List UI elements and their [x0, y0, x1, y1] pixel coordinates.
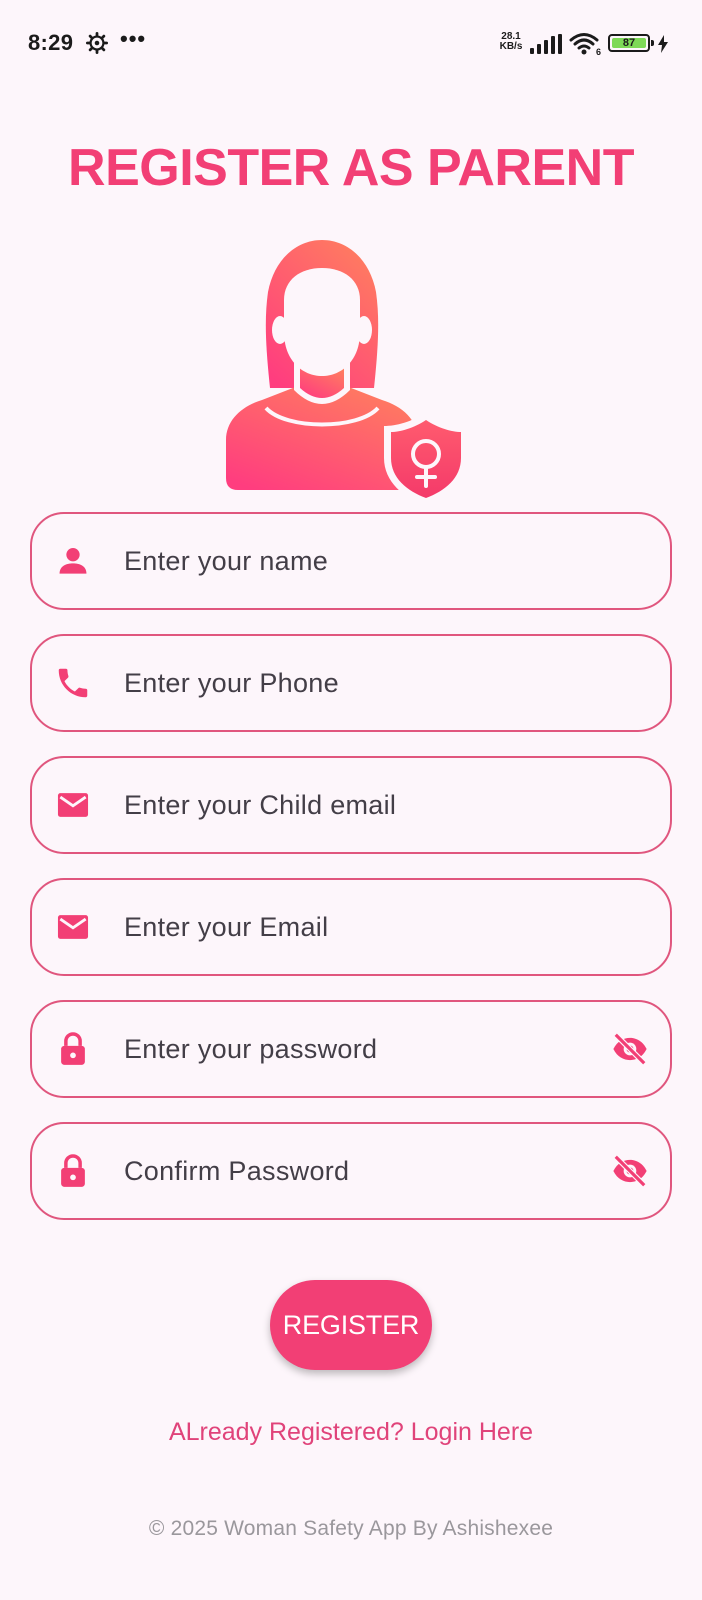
wifi-icon: 6 — [569, 33, 601, 56]
password-field[interactable] — [30, 1000, 672, 1098]
phone-icon — [58, 668, 88, 698]
login-link[interactable]: ALready Registered? Login Here — [0, 1418, 702, 1447]
footer-copyright: © 2025 Woman Safety App By Ashishexee — [148, 1517, 554, 1540]
email-field[interactable] — [30, 878, 672, 976]
page-title: REGISTER AS PARENT — [68, 139, 634, 197]
wifi-badge: 6 — [596, 47, 601, 56]
name-input[interactable] — [124, 514, 594, 608]
child-email-input[interactable] — [124, 758, 594, 852]
status-bar: 8:29 ••• 28.1 KB/s 6 87 — [0, 0, 702, 88]
phone-input[interactable] — [124, 636, 594, 730]
confirm-password-input[interactable] — [124, 1124, 594, 1218]
child-email-field[interactable] — [30, 756, 672, 854]
status-time: 8:29 — [28, 30, 74, 55]
lock-icon — [61, 1154, 85, 1187]
email-input[interactable] — [124, 880, 594, 974]
more-notifications-icon: ••• — [120, 26, 147, 51]
network-speed: 28.1 KB/s — [496, 32, 526, 52]
phone-field[interactable] — [30, 634, 672, 732]
name-field[interactable] — [30, 512, 672, 610]
battery-indicator: 87 — [608, 34, 654, 52]
battery-level: 87 — [612, 37, 646, 48]
email-icon — [57, 915, 89, 939]
lock-icon — [61, 1032, 85, 1065]
eye-off-icon[interactable] — [610, 1152, 650, 1190]
confirm-password-field[interactable] — [30, 1122, 672, 1220]
email-icon — [57, 793, 89, 817]
password-input[interactable] — [124, 1002, 594, 1096]
eye-off-icon[interactable] — [610, 1030, 650, 1068]
settings-gear-icon — [86, 32, 108, 54]
cellular-signal-icon — [530, 34, 562, 54]
network-speed-unit: KB/s — [499, 41, 523, 52]
charging-bolt-icon — [658, 35, 668, 53]
woman-with-shield-venus-icon — [226, 240, 468, 506]
register-button[interactable]: REGISTER — [270, 1280, 432, 1370]
person-icon — [59, 548, 87, 574]
